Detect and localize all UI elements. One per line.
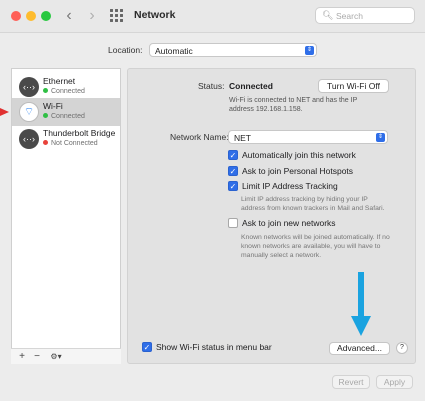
join-hint-line1: Known networks will be joined automatica… — [241, 234, 390, 241]
gear-icon[interactable]: ⚙▾ — [45, 350, 67, 363]
status-dot-icon — [43, 113, 48, 118]
thunderbolt-icon: ‹··› — [19, 129, 39, 149]
network-name-label: Network Name: — [170, 132, 229, 142]
show-wifi-status-checkbox[interactable]: ✓ — [142, 342, 152, 352]
popup-chevron-icon: ⇕ — [376, 133, 385, 142]
status-description-line2: address 192.168.1.158. — [229, 106, 303, 113]
personal-hotspots-checkbox[interactable]: ✓ — [228, 166, 238, 176]
search-placeholder: Search — [336, 11, 363, 21]
location-popup[interactable]: Automatic ⇕ — [149, 43, 317, 57]
selection-pointer-arrow — [0, 108, 9, 116]
advanced-button[interactable]: Advanced... — [329, 342, 390, 355]
option-label: Limit IP Address Tracking — [242, 181, 338, 191]
help-button[interactable]: ? — [396, 342, 408, 354]
revert-button[interactable]: Revert — [332, 375, 370, 389]
service-status: Not Connected — [43, 140, 98, 147]
option-label: Show Wi-Fi status in menu bar — [156, 342, 272, 352]
location-label: Location: — [108, 45, 143, 55]
wifi-icon: ⌔ — [19, 102, 39, 122]
popup-chevron-icon: ⇕ — [305, 46, 314, 55]
service-name: Ethernet — [43, 76, 76, 86]
title-bar: ‹ › Network 🔍︎ Search — [0, 0, 425, 33]
annotation-arrow-icon — [351, 272, 371, 336]
remove-service-button[interactable]: − — [30, 350, 44, 363]
limit-ip-hint-line1: Limit IP address tracking by hiding your… — [241, 196, 368, 203]
apply-button[interactable]: Apply — [376, 375, 413, 389]
network-name-value: NET — [234, 133, 251, 143]
auto-join-checkbox[interactable]: ✓ — [228, 150, 238, 160]
service-status: Connected — [43, 88, 85, 95]
turn-wifi-off-button[interactable]: Turn Wi-Fi Off — [318, 79, 389, 93]
service-list-toolbar: + − ⚙▾ — [11, 348, 121, 364]
network-name-popup[interactable]: NET ⇕ — [228, 130, 388, 144]
window-title: Network — [134, 9, 176, 21]
service-item-wifi[interactable]: ⌔ Wi-Fi Connected — [12, 98, 120, 126]
location-value: Automatic — [155, 46, 193, 56]
add-service-button[interactable]: + — [15, 350, 29, 363]
status-dot-icon — [43, 140, 48, 145]
service-item-ethernet[interactable]: ‹··› Ethernet Connected — [12, 73, 120, 101]
status-label: Status: — [198, 81, 225, 91]
limit-ip-tracking-checkbox[interactable]: ✓ — [228, 181, 238, 191]
show-all-grid-icon[interactable] — [110, 9, 124, 23]
close-window-button[interactable] — [11, 11, 21, 21]
minimize-window-button[interactable] — [26, 11, 36, 21]
option-label: Ask to join new networks — [242, 218, 336, 228]
service-list: ‹··› Ethernet Connected ⌔ Wi-Fi Connecte… — [11, 68, 121, 364]
join-hint-line3: manually select a network. — [241, 252, 322, 259]
ethernet-icon: ‹··› — [19, 77, 39, 97]
join-hint-line2: known networks are available, you will h… — [241, 243, 381, 250]
zoom-window-button[interactable] — [41, 11, 51, 21]
option-label: Automatically join this network — [242, 150, 356, 160]
service-name: Wi-Fi — [43, 101, 63, 111]
service-item-thunderbolt-bridge[interactable]: ‹··› Thunderbolt Bridge Not Connected — [12, 125, 120, 153]
status-description-line1: Wi-Fi is connected to NET and has the IP — [229, 97, 358, 104]
back-icon[interactable]: ‹ — [61, 7, 77, 25]
status-value: Connected — [229, 81, 273, 91]
option-label: Ask to join Personal Hotspots — [242, 166, 354, 176]
search-field[interactable]: 🔍︎ Search — [315, 7, 415, 24]
service-name: Thunderbolt Bridge — [43, 128, 116, 138]
ask-new-networks-checkbox[interactable] — [228, 218, 238, 228]
search-icon: 🔍︎ — [322, 10, 334, 20]
status-dot-icon — [43, 88, 48, 93]
service-status: Connected — [43, 113, 85, 120]
forward-icon[interactable]: › — [84, 7, 100, 25]
limit-ip-hint-line2: address from known trackers in Mail and … — [241, 205, 385, 212]
network-preferences-window: ‹ › Network 🔍︎ Search Location: Automati… — [0, 0, 425, 401]
